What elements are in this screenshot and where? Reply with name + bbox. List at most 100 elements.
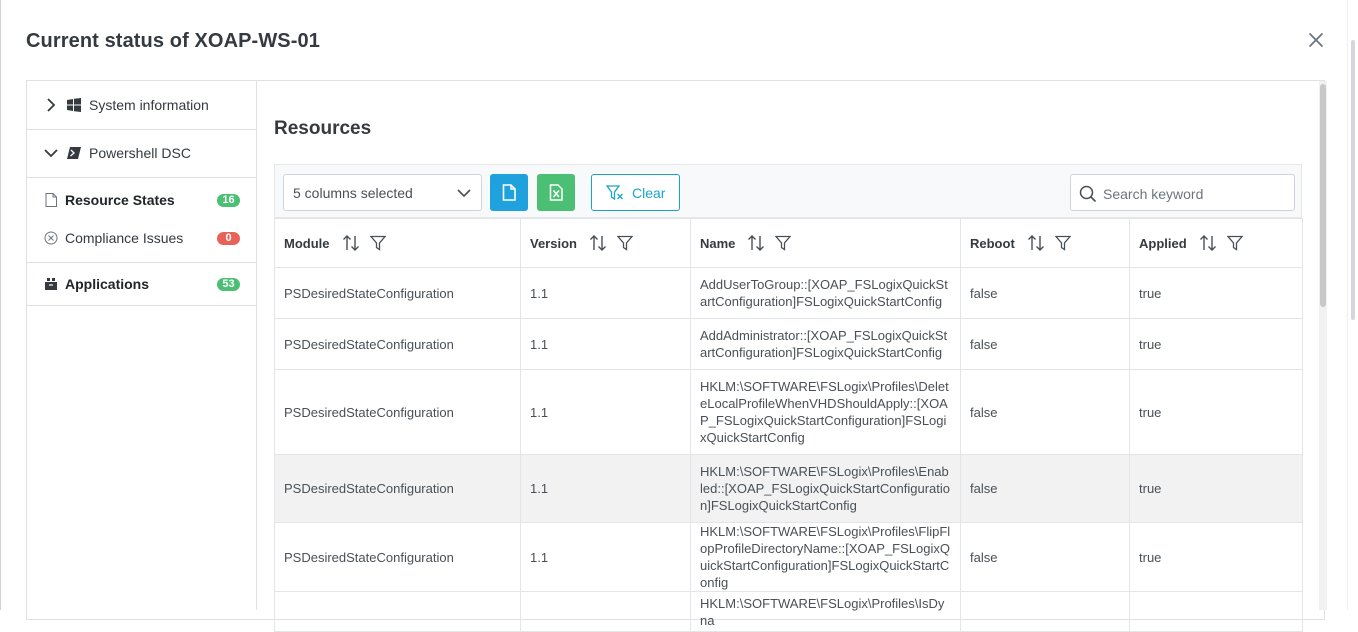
divider [27,262,256,263]
table-cell: false [960,369,1130,455]
filter-icon[interactable] [1054,235,1072,251]
table-row[interactable]: PSDesiredStateConfiguration 1.1 HKLM:\SOFT… [274,369,1303,455]
table-cell: 1.1 [520,454,691,523]
windows-icon [67,98,81,112]
circle-x-icon [44,231,58,245]
table-header-row: Module Version Name Reboot Applied [274,218,1303,268]
sidebar-group-label: System information [89,97,209,113]
search-input[interactable] [1101,183,1290,205]
table-cell: true [1129,267,1303,319]
table-cell [520,591,691,632]
export-excel-button[interactable] [537,174,575,211]
resources-panel: Resources 5 columns selected Clear Searc… [257,81,1319,632]
column-header-label: Reboot [970,235,1015,251]
table-cell [960,591,1130,632]
table-cell: 1.1 [520,318,691,370]
filter-icon[interactable] [1226,235,1244,251]
column-header[interactable]: Version [520,218,691,268]
column-header[interactable]: Name [690,218,961,268]
chevron-down-icon [44,149,58,158]
resources-table: Module Version Name Reboot Applied PSDesired… [274,218,1303,632]
modal-title: Current status of XOAP-WS-01 [26,30,320,52]
sort-icon[interactable] [589,234,607,252]
close-icon [1309,33,1323,47]
table-cell: HKLM:\SOFTWARE\FSLogix\Profiles\Enabled:… [690,454,961,523]
column-header[interactable]: Applied [1129,218,1303,268]
sidebar-item-applications[interactable]: Applications 53 [27,269,256,299]
column-header-label: Module [284,235,330,251]
excel-export-icon [549,184,563,201]
filter-icon[interactable] [616,235,634,251]
table-row[interactable]: PSDesiredStateConfiguration 1.1 HKLM:\SOFT… [274,522,1303,592]
search-box[interactable] [1070,174,1295,211]
pdf-export-icon [502,184,516,201]
chevron-right-icon [47,98,56,112]
table-cell: true [1129,369,1303,455]
clear-filters-button[interactable]: Clear [591,174,680,211]
table-cell: true [1129,318,1303,370]
table-cell [274,591,521,632]
page-scrollbar-thumb[interactable] [1351,40,1355,320]
content-scrollbar-thumb[interactable] [1320,84,1326,307]
column-header-label: Version [530,235,577,251]
filter-icon[interactable] [369,235,386,251]
columns-select-value: 5 columns selected [293,185,413,201]
sidebar: System information Powershell DSC Resour… [27,81,257,610]
filter-icon[interactable] [775,235,792,251]
close-button[interactable] [1306,30,1326,50]
table-row[interactable]: PSDesiredStateConfiguration 1.1 HKLM:\SOFT… [274,454,1303,523]
table-cell: PSDesiredStateConfiguration [274,267,521,319]
count-badge: 16 [217,193,240,207]
sidebar-item-compliance-issues[interactable]: Compliance Issues 0 [27,223,256,253]
search-icon [1079,185,1097,203]
sidebar-item-label: Compliance Issues [65,230,184,246]
table-cell: AddAdministrator::[XOAP_FSLogixQuickStar… [690,318,961,370]
columns-select[interactable]: 5 columns selected [283,174,482,211]
column-header-label: Name [700,235,736,251]
section-title: Resources [274,118,372,139]
package-icon [45,278,57,290]
table-cell: PSDesiredStateConfiguration [274,522,521,592]
table-cell: HKLM:\SOFTWARE\FSLogix\Profiles\IsDyna [690,591,961,632]
status-modal: Current status of XOAP-WS-01 System info… [0,0,1358,632]
table-cell: false [960,318,1130,370]
column-header[interactable]: Module [274,218,521,268]
table-cell: AddUserToGroup::[XOAP_FSLogixQuickStartC… [690,267,961,319]
table-cell: true [1129,522,1303,592]
document-icon [45,193,57,207]
sort-icon[interactable] [342,234,360,252]
table-cell: 1.1 [520,369,691,455]
terminal-icon [67,147,81,159]
table-cell: PSDesiredStateConfiguration [274,369,521,455]
table-cell: false [960,522,1130,592]
table-cell: PSDesiredStateConfiguration [274,318,521,370]
table-cell: 1.1 [520,522,691,592]
count-badge: 0 [217,231,240,245]
sidebar-item-label: Applications [65,276,150,292]
table-cell: PSDesiredStateConfiguration [274,454,521,523]
column-header[interactable]: Reboot [960,218,1130,268]
export-pdf-button[interactable] [490,174,528,211]
table-body: PSDesiredStateConfiguration 1.1 AddUserToG… [274,267,1303,632]
table-row[interactable]: PSDesiredStateConfiguration 1.1 AddAdminis… [274,318,1303,370]
divider [27,305,256,306]
table-toolbar: 5 columns selected Clear Search keyword [274,164,1302,218]
sort-icon[interactable] [747,234,765,252]
sort-icon[interactable] [1027,234,1045,252]
divider [27,129,256,130]
table-cell: true [1129,454,1303,523]
sidebar-item-label: Resource States [65,192,175,208]
table-cell: HKLM:\SOFTWARE\FSLogix\Profiles\FlipFlop… [690,522,961,592]
table-row[interactable]: HKLM:\SOFTWARE\FSLogix\Profiles\IsDyna [274,591,1303,632]
table-cell [1129,591,1303,632]
sort-icon[interactable] [1199,234,1217,252]
sidebar-group-system-information[interactable]: System information [27,90,256,120]
divider [27,177,256,178]
sidebar-group-label: Powershell DSC [89,145,191,161]
sidebar-group-powershell-dsc[interactable]: Powershell DSC [27,138,256,168]
sidebar-item-resource-states[interactable]: Resource States 16 [27,185,256,215]
table-row[interactable]: PSDesiredStateConfiguration 1.1 AddUserToG… [274,267,1303,319]
table-cell: false [960,267,1130,319]
table-cell: 1.1 [520,267,691,319]
clear-label: Clear [632,185,666,201]
